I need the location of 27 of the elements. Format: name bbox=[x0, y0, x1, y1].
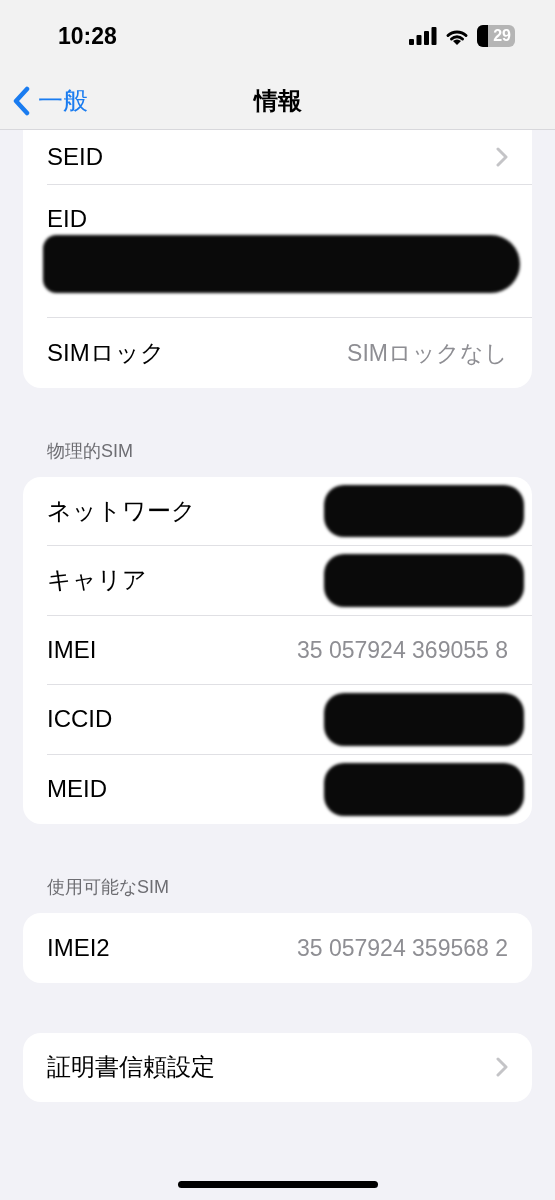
row-value: SIMロックなし bbox=[347, 338, 508, 368]
row-label: ネットワーク bbox=[47, 495, 196, 526]
row-label: IMEI2 bbox=[47, 932, 110, 963]
row-label: ICCID bbox=[47, 704, 113, 735]
chevron-icon bbox=[496, 147, 508, 167]
home-indicator[interactable] bbox=[177, 1181, 378, 1188]
row-value: 35 057924 369055 8 bbox=[296, 635, 508, 665]
chevron-icon bbox=[496, 1057, 508, 1078]
page-title: 情報 bbox=[253, 85, 302, 116]
row-label: MEID bbox=[47, 774, 107, 805]
settings-row[interactable]: SEID bbox=[47, 130, 532, 185]
back-chevron-icon bbox=[12, 85, 30, 116]
row-label: キャリア bbox=[47, 565, 147, 596]
back-link[interactable]: 一般 bbox=[0, 81, 88, 120]
row-value: 35 057924 359568 2 bbox=[296, 933, 508, 963]
settings-row[interactable]: 証明書信頼設定 bbox=[47, 1032, 532, 1102]
signal-icon bbox=[409, 27, 437, 45]
row-label: EID bbox=[47, 205, 87, 232]
row-label: 証明書信頼設定 bbox=[47, 1052, 215, 1083]
wifi-icon bbox=[445, 27, 469, 45]
row-label: SEID bbox=[47, 142, 103, 172]
section-header: 使用可能なSIM bbox=[46, 876, 170, 899]
battery-icon: 29 bbox=[477, 25, 515, 47]
row-label: SIMロック bbox=[47, 337, 165, 368]
section-header: 物理的SIM bbox=[46, 439, 134, 463]
row-label: IMEI bbox=[47, 634, 97, 665]
clock-time: 10:28 bbox=[58, 21, 117, 51]
